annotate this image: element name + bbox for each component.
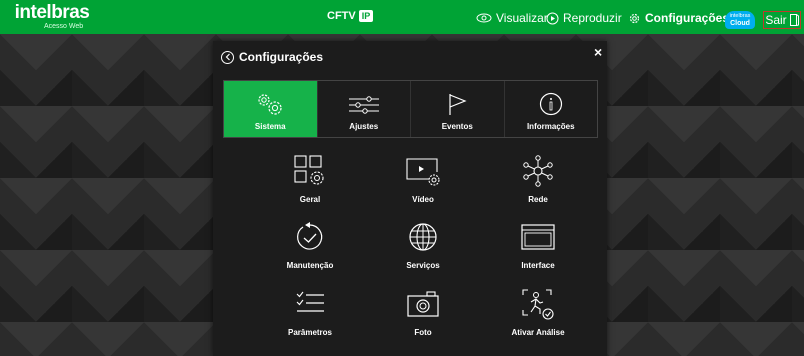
analysis-icon (522, 289, 554, 320)
nav-visualizar-label: Visualizar (496, 11, 548, 25)
eye-icon (476, 13, 492, 23)
tile-manutencao-label: Manutenção (286, 261, 334, 270)
tile-servicos[interactable]: Serviços (363, 221, 483, 270)
cloud-label: Cloud (730, 20, 750, 27)
door-exit-icon (789, 14, 799, 26)
video-gear-icon (406, 158, 440, 186)
cloud-brand: intelbras (729, 13, 751, 19)
globe-icon (409, 223, 437, 251)
logo: intelbras (14, 2, 90, 23)
nav-reproduzir[interactable]: Reproduzir (546, 9, 622, 27)
back-icon[interactable] (221, 50, 234, 64)
tab-eventos-label: Eventos (441, 122, 473, 131)
nav-configuracoes[interactable]: Configurações (628, 9, 729, 27)
product-title: CFTV IP (327, 10, 374, 22)
tab-ajustes-label: Ajustes (349, 122, 379, 131)
tab-eventos[interactable]: Eventos (410, 81, 504, 137)
play-circle-icon (546, 12, 559, 24)
close-button[interactable]: × (594, 44, 602, 60)
tile-ativar-analise-label: Ativar Análise (511, 328, 565, 337)
tile-rede-label: Rede (528, 195, 548, 204)
grid-gear-icon (294, 155, 324, 185)
flag-icon (449, 94, 467, 115)
product-badge: IP (358, 10, 374, 22)
modal-header: Configurações (221, 50, 323, 64)
sliders-icon (348, 96, 379, 114)
tile-manutencao[interactable]: Manutenção (250, 221, 370, 270)
gear-icon (629, 13, 640, 23)
tile-interface-label: Interface (521, 261, 555, 270)
tab-sistema[interactable]: Sistema (224, 81, 317, 137)
maintenance-icon (297, 222, 323, 250)
tab-bar: Sistema Ajustes Eventos Informações (223, 80, 598, 138)
checklist-icon (296, 291, 324, 312)
tab-sistema-label: Sistema (254, 122, 286, 131)
info-icon (539, 92, 562, 116)
camera-icon (407, 291, 439, 317)
nav-reproduzir-label: Reproduzir (563, 11, 622, 25)
tile-geral-label: Geral (299, 195, 321, 204)
tile-interface[interactable]: Interface (478, 221, 598, 270)
nav-configuracoes-label: Configurações (645, 11, 730, 25)
tile-servicos-label: Serviços (406, 261, 440, 270)
nav-visualizar[interactable]: Visualizar (476, 9, 548, 27)
tab-informacoes[interactable]: Informações (503, 81, 598, 137)
tile-rede[interactable]: Rede (478, 155, 598, 204)
top-bar: intelbras Acesso Web CFTV IP Visualizar … (0, 0, 804, 34)
logo-subtitle: Acesso Web (44, 23, 84, 30)
product-name: CFTV (327, 10, 356, 22)
tab-ajustes[interactable]: Ajustes (316, 81, 411, 137)
settings-modal: Configurações × Sistema Ajustes Eventos … (213, 41, 607, 356)
tile-parametros[interactable]: Parâmetros (250, 288, 370, 337)
cloud-button[interactable]: intelbras Cloud (725, 11, 755, 29)
tile-video-label: Vídeo (412, 195, 434, 204)
logout-button[interactable]: Sair (763, 11, 801, 29)
tab-informacoes-label: Informações (526, 122, 575, 131)
window-icon (521, 224, 555, 250)
tile-video[interactable]: Vídeo (363, 155, 483, 204)
tile-parametros-label: Parâmetros (287, 328, 333, 337)
modal-title: Configurações (239, 50, 324, 64)
tile-ativar-analise[interactable]: Ativar Análise (478, 288, 598, 337)
tile-foto[interactable]: Foto (363, 288, 483, 337)
network-icon (523, 155, 553, 187)
tile-foto-label: Foto (414, 328, 432, 337)
tile-geral[interactable]: Geral (250, 155, 370, 204)
logout-label: Sair (765, 13, 787, 27)
gears-icon (258, 94, 282, 115)
